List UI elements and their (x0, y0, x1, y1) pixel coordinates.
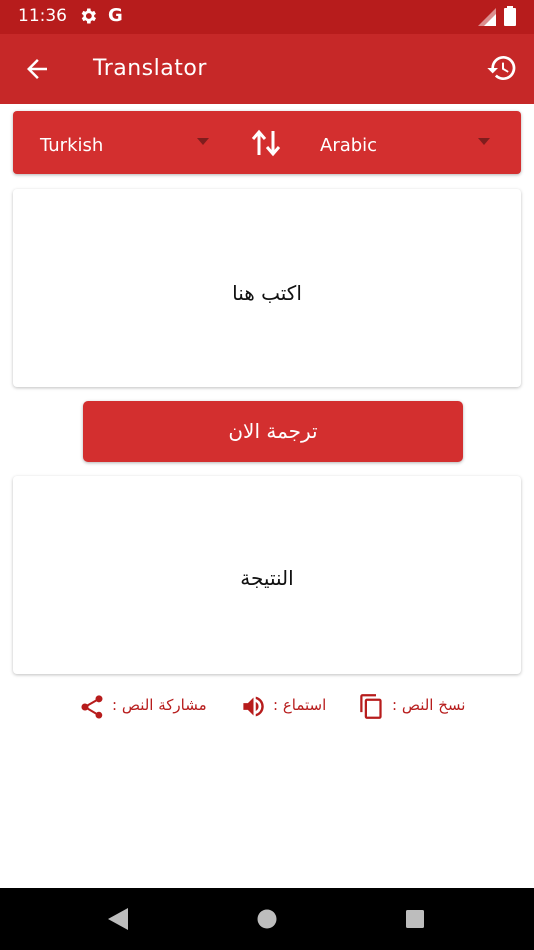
speaker-icon (243, 696, 264, 717)
history-icon[interactable] (486, 52, 518, 84)
target-language-select[interactable]: Arabic (320, 135, 377, 156)
result-text-area: النتيجة (13, 476, 521, 674)
translate-button[interactable]: ترجمة الان (83, 401, 463, 462)
listen-button[interactable]: استماع : (240, 690, 333, 722)
swap-icon[interactable] (249, 127, 283, 159)
share-text-button[interactable]: مشاركة النص : (78, 690, 214, 722)
copy-label: نسخ النص : (392, 696, 466, 714)
back-arrow-icon[interactable] (22, 54, 52, 84)
language-selector-bar: Turkish Arabic (13, 111, 521, 174)
copy-icon (360, 694, 382, 719)
listen-label: استماع : (273, 696, 327, 714)
source-language-select[interactable]: Turkish (40, 135, 103, 156)
signal-icon (478, 8, 496, 26)
page-title: Translator (93, 56, 207, 81)
dropdown-icon[interactable] (478, 138, 490, 146)
dropdown-icon[interactable] (197, 138, 209, 146)
gear-icon (81, 8, 96, 24)
google-g-icon: G (108, 5, 123, 26)
copy-text-button[interactable]: نسخ النص : (358, 690, 472, 722)
navigation-bar (0, 888, 534, 950)
status-time: 11:36 (18, 6, 67, 26)
app-bar: Translator (0, 34, 534, 104)
share-icon (81, 695, 103, 719)
battery-icon (504, 6, 516, 26)
result-placeholder: النتيجة (240, 566, 294, 590)
input-text-area[interactable]: اكتب هنا (13, 189, 521, 387)
status-bar: 11:36 G (0, 0, 534, 34)
nav-recents-icon[interactable] (405, 909, 425, 929)
share-label: مشاركة النص : (112, 696, 207, 714)
nav-home-icon[interactable] (257, 909, 277, 929)
input-placeholder: اكتب هنا (232, 281, 302, 305)
nav-back-icon[interactable] (108, 908, 128, 930)
